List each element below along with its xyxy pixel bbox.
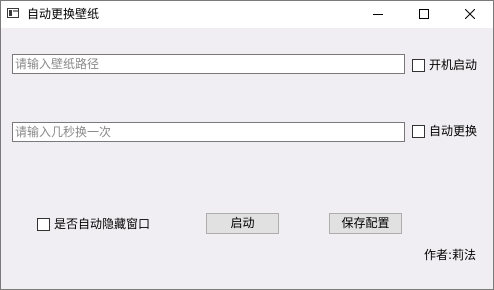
wallpaper-path-input[interactable] <box>12 54 405 74</box>
auto-change-checkbox[interactable] <box>412 124 425 138</box>
startup-checkbox-row[interactable]: 开机启动 <box>412 57 477 73</box>
startup-checkbox[interactable] <box>412 58 425 72</box>
close-icon <box>465 9 475 19</box>
auto-change-checkbox-label[interactable]: 自动更换 <box>429 123 477 139</box>
auto-hide-checkbox-label[interactable]: 是否自动隐藏窗口 <box>54 216 150 232</box>
auto-hide-checkbox-row[interactable]: 是否自动隐藏窗口 <box>37 216 150 232</box>
app-window: 自动更换壁纸 开机启动 自动更换 是否自动隐藏窗口 启动 保存配置 作者:莉法 <box>0 0 494 290</box>
save-config-button[interactable]: 保存配置 <box>329 213 402 234</box>
startup-checkbox-label[interactable]: 开机启动 <box>429 57 477 73</box>
maximize-button[interactable] <box>401 1 447 28</box>
auto-hide-checkbox[interactable] <box>37 217 50 231</box>
window-title: 自动更换壁纸 <box>27 7 100 21</box>
auto-change-checkbox-row[interactable]: 自动更换 <box>412 123 477 139</box>
title-bar[interactable]: 自动更换壁纸 <box>1 1 493 28</box>
maximize-icon <box>419 9 429 19</box>
minimize-button[interactable] <box>355 1 401 28</box>
app-icon <box>7 8 19 18</box>
interval-seconds-input[interactable] <box>12 122 405 142</box>
minimize-icon <box>373 14 383 15</box>
start-button[interactable]: 启动 <box>206 213 279 234</box>
close-button[interactable] <box>447 1 493 28</box>
author-label: 作者:莉法 <box>424 248 477 262</box>
